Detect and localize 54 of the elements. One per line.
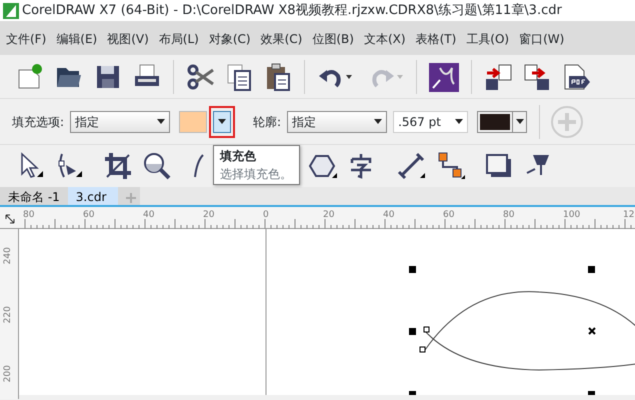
plus-icon	[126, 192, 136, 203]
ruler-label: 80	[23, 209, 34, 222]
outline-width-field[interactable]: .567 pt	[393, 110, 468, 132]
ruler-label: 40	[143, 209, 154, 222]
selection-handle[interactable]	[588, 266, 595, 273]
ruler-label: 12	[623, 209, 634, 222]
outline-color-picker[interactable]	[477, 110, 528, 132]
ruler-label: 240	[2, 247, 14, 264]
menu-item[interactable]: 效果(C)	[260, 30, 302, 48]
ruler-label: 100	[563, 209, 580, 222]
menu-item[interactable]: 对象(C)	[208, 30, 251, 48]
menu-item[interactable]: 表格(T)	[416, 30, 456, 48]
window-title: CorelDRAW X7 (64-Bit) - D:\CorelDRAW X8视频教程.rjzxw.CDRX8\练习题\第11章\3.cdr	[22, 2, 562, 20]
outline-label: 轮廓:	[253, 114, 282, 130]
ruler-label: 40	[383, 209, 394, 222]
menu-item[interactable]: 视图(V)	[107, 30, 149, 48]
ruler-label: 60	[83, 209, 94, 222]
center-marker-icon	[588, 327, 596, 335]
selection-handle[interactable]	[409, 391, 416, 395]
ruler-origin-icon	[4, 213, 16, 225]
caret-icon	[218, 119, 226, 124]
menu-item[interactable]: 编辑(E)	[56, 30, 98, 48]
tooltip-text: 选择填充色。	[220, 166, 293, 183]
ruler-label: 0	[263, 209, 269, 222]
menu-item[interactable]: 布局(L)	[158, 30, 199, 48]
fill-color-swatch	[179, 110, 208, 132]
fill-options-label: 填充选项:	[12, 114, 64, 130]
menu-item[interactable]: 工具(O)	[466, 30, 510, 48]
ruler-label: 20	[203, 209, 214, 222]
ruler-label: 80	[503, 209, 514, 222]
menu-item[interactable]: 文本(X)	[364, 30, 406, 48]
ruler-label: 220	[2, 306, 14, 324]
ruler-label: 60	[443, 209, 454, 222]
caret-icon	[157, 119, 166, 124]
document-tab[interactable]: 未命名 -1	[0, 187, 68, 205]
node-handle[interactable]	[424, 326, 430, 332]
caret-icon	[516, 119, 524, 124]
outline-type-dropdown[interactable]: 指定	[287, 110, 388, 132]
menu-item[interactable]: 位图(B)	[312, 30, 354, 48]
ruler-label: 20	[323, 209, 334, 222]
selection-handle[interactable]	[588, 391, 595, 395]
tooltip-title: 填充色	[220, 148, 257, 165]
caret-icon	[374, 119, 382, 124]
ruler-label: 200	[2, 365, 14, 382]
document-tab[interactable]: 3.cdr	[68, 187, 118, 205]
selection-handle[interactable]	[409, 328, 416, 335]
selection-handle[interactable]	[409, 266, 416, 273]
app-logo-icon	[3, 2, 19, 18]
node-handle[interactable]	[420, 346, 426, 352]
menu-item[interactable]: 文件(F)	[6, 30, 46, 48]
color-dropdown-button[interactable]	[213, 110, 232, 132]
caret-icon	[455, 119, 464, 124]
fill-type-dropdown[interactable]: 指定	[70, 110, 170, 132]
menu-item[interactable]: 窗口(W)	[519, 30, 564, 48]
